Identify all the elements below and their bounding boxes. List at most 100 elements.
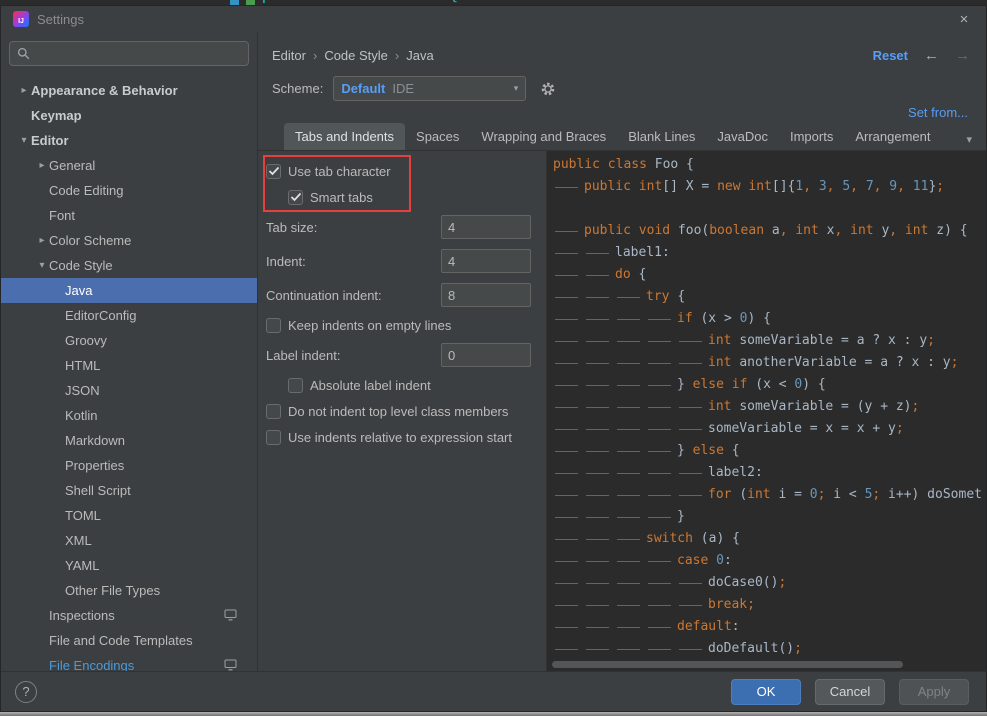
tab-blank-lines[interactable]: Blank Lines: [617, 123, 706, 150]
back-arrow-icon[interactable]: ←: [924, 47, 939, 64]
code-line: int anotherVariable = a ? x : y;: [553, 352, 986, 374]
tab-whitespace-icon: [584, 440, 615, 462]
breadcrumb-item-code-style[interactable]: Code Style: [324, 48, 388, 63]
chevron-expanded-icon[interactable]: ▾: [35, 253, 49, 278]
sidebar-item-shell-script[interactable]: Shell Script: [1, 478, 257, 503]
keep-indents-on-empty-lines-checkbox[interactable]: Keep indents on empty lines: [266, 312, 546, 338]
sidebar-item-html[interactable]: HTML: [1, 353, 257, 378]
sidebar-item-editor[interactable]: ▾Editor: [1, 128, 257, 153]
close-icon[interactable]: ×: [954, 11, 974, 28]
code-line: } else if (x < 0) {: [553, 374, 986, 396]
code-token: someVariable = a ? x : y: [739, 333, 927, 348]
forward-arrow-icon[interactable]: →: [955, 47, 970, 64]
tab-whitespace-icon: [677, 594, 708, 616]
sidebar-item-xml[interactable]: XML: [1, 528, 257, 553]
horizontal-scrollbar[interactable]: [552, 661, 903, 668]
sidebar-item-label: Markdown: [65, 433, 125, 448]
code-token: []{: [772, 179, 795, 194]
tab-whitespace-icon: [553, 264, 584, 286]
code-token: {: [732, 443, 740, 458]
sidebar-item-editorconfig[interactable]: EditorConfig: [1, 303, 257, 328]
scheme-value-secondary: IDE: [392, 81, 414, 96]
breadcrumb-item-editor[interactable]: Editor: [272, 48, 306, 63]
indent-row: Indent:: [266, 244, 546, 278]
apply-button[interactable]: Apply: [899, 679, 969, 705]
breadcrumb-item-java[interactable]: Java: [406, 48, 433, 63]
label-indent-input[interactable]: [441, 343, 531, 367]
sidebar-item-code-style[interactable]: ▾Code Style: [1, 253, 257, 278]
tab-spaces[interactable]: Spaces: [405, 123, 470, 150]
code-token: ;: [912, 399, 920, 414]
sidebar-item-file-and-code-templates[interactable]: File and Code Templates: [1, 628, 257, 653]
cancel-button[interactable]: Cancel: [815, 679, 885, 705]
tab-tabs-and-indents[interactable]: Tabs and Indents: [284, 123, 405, 150]
tab-overflow-chevron-icon[interactable]: ▾: [966, 133, 976, 150]
tab-javadoc[interactable]: JavaDoc: [706, 123, 779, 150]
tab-whitespace-icon: [646, 418, 677, 440]
sidebar-item-color-scheme[interactable]: ▸Color Scheme: [1, 228, 257, 253]
tab-whitespace-icon: [553, 484, 584, 506]
tab-size-input[interactable]: [441, 215, 531, 239]
sidebar-item-appearance-behavior[interactable]: ▸Appearance & Behavior: [1, 78, 257, 103]
chevron-collapsed-icon[interactable]: ▸: [17, 78, 31, 103]
tab-whitespace-icon: [584, 286, 615, 308]
use-tab-character-checkbox[interactable]: Use tab character: [266, 158, 546, 184]
tab-whitespace-icon: [646, 330, 677, 352]
chevron-collapsed-icon[interactable]: ▸: [35, 228, 49, 253]
tab-whitespace-icon: [584, 594, 615, 616]
sidebar-item-label: File Encodings: [49, 658, 134, 671]
ok-button[interactable]: OK: [731, 679, 801, 705]
tab-imports[interactable]: Imports: [779, 123, 844, 150]
sidebar-item-properties[interactable]: Properties: [1, 453, 257, 478]
absolute-label-indent-checkbox[interactable]: Absolute label indent: [288, 372, 546, 398]
code-token: , int: [889, 223, 936, 238]
field-label: Label indent:: [266, 348, 340, 363]
code-token: 3: [819, 179, 827, 194]
chevron-expanded-icon[interactable]: ▾: [17, 128, 31, 153]
gear-icon[interactable]: [540, 81, 556, 97]
code-token: int: [747, 487, 778, 502]
search-box[interactable]: [9, 41, 249, 66]
chevron-collapsed-icon[interactable]: ▸: [35, 153, 49, 178]
sidebar-item-markdown[interactable]: Markdown: [1, 428, 257, 453]
sidebar-item-groovy[interactable]: Groovy: [1, 328, 257, 353]
sidebar-item-inspections[interactable]: Inspections: [1, 603, 257, 628]
code-token: new int: [717, 179, 772, 194]
code-token: do: [615, 267, 638, 282]
sidebar-item-kotlin[interactable]: Kotlin: [1, 403, 257, 428]
code-token: ;: [896, 421, 904, 436]
sidebar-item-general[interactable]: ▸General: [1, 153, 257, 178]
tab-whitespace-icon: [646, 506, 677, 528]
do-not-indent-top-level-class-members-checkbox[interactable]: Do not indent top level class members: [266, 398, 546, 424]
tab-wrapping-and-braces[interactable]: Wrapping and Braces: [470, 123, 617, 150]
sidebar-item-other-file-types[interactable]: Other File Types: [1, 578, 257, 603]
reset-link[interactable]: Reset: [873, 48, 908, 63]
set-from-link[interactable]: Set from...: [908, 105, 968, 121]
sidebar-item-toml[interactable]: TOML: [1, 503, 257, 528]
tab-whitespace-icon: [553, 594, 584, 616]
sidebar-item-code-editing[interactable]: Code Editing: [1, 178, 257, 203]
sidebar-item-font[interactable]: Font: [1, 203, 257, 228]
continuation-indent-input[interactable]: [441, 283, 531, 307]
tab-size-row: Tab size:: [266, 210, 546, 244]
sidebar-item-keymap[interactable]: Keymap: [1, 103, 257, 128]
sidebar-item-file-encodings[interactable]: File Encodings: [1, 653, 257, 671]
indent-input[interactable]: [441, 249, 531, 273]
scheme-select[interactable]: Default IDE ▾: [333, 76, 526, 101]
help-icon[interactable]: ?: [15, 681, 37, 703]
tab-whitespace-icon: [584, 528, 615, 550]
use-indents-relative-to-expression-start-checkbox[interactable]: Use indents relative to expression start: [266, 424, 546, 450]
sidebar-item-yaml[interactable]: YAML: [1, 553, 257, 578]
code-line: public class Foo {: [553, 154, 986, 176]
sidebar-item-java[interactable]: Java: [1, 278, 257, 303]
tab-whitespace-icon: [615, 484, 646, 506]
tab-arrangement[interactable]: Arrangement: [844, 123, 941, 150]
tab-whitespace-icon: [553, 506, 584, 528]
tab-whitespace-icon: [677, 330, 708, 352]
smart-tabs-checkbox[interactable]: Smart tabs: [288, 184, 546, 210]
sidebar-item-json[interactable]: JSON: [1, 378, 257, 403]
search-input[interactable]: [35, 46, 241, 61]
code-token: i <: [833, 487, 864, 502]
dialog-titlebar: IJ Settings ×: [1, 6, 986, 32]
tab-whitespace-icon: [584, 264, 615, 286]
